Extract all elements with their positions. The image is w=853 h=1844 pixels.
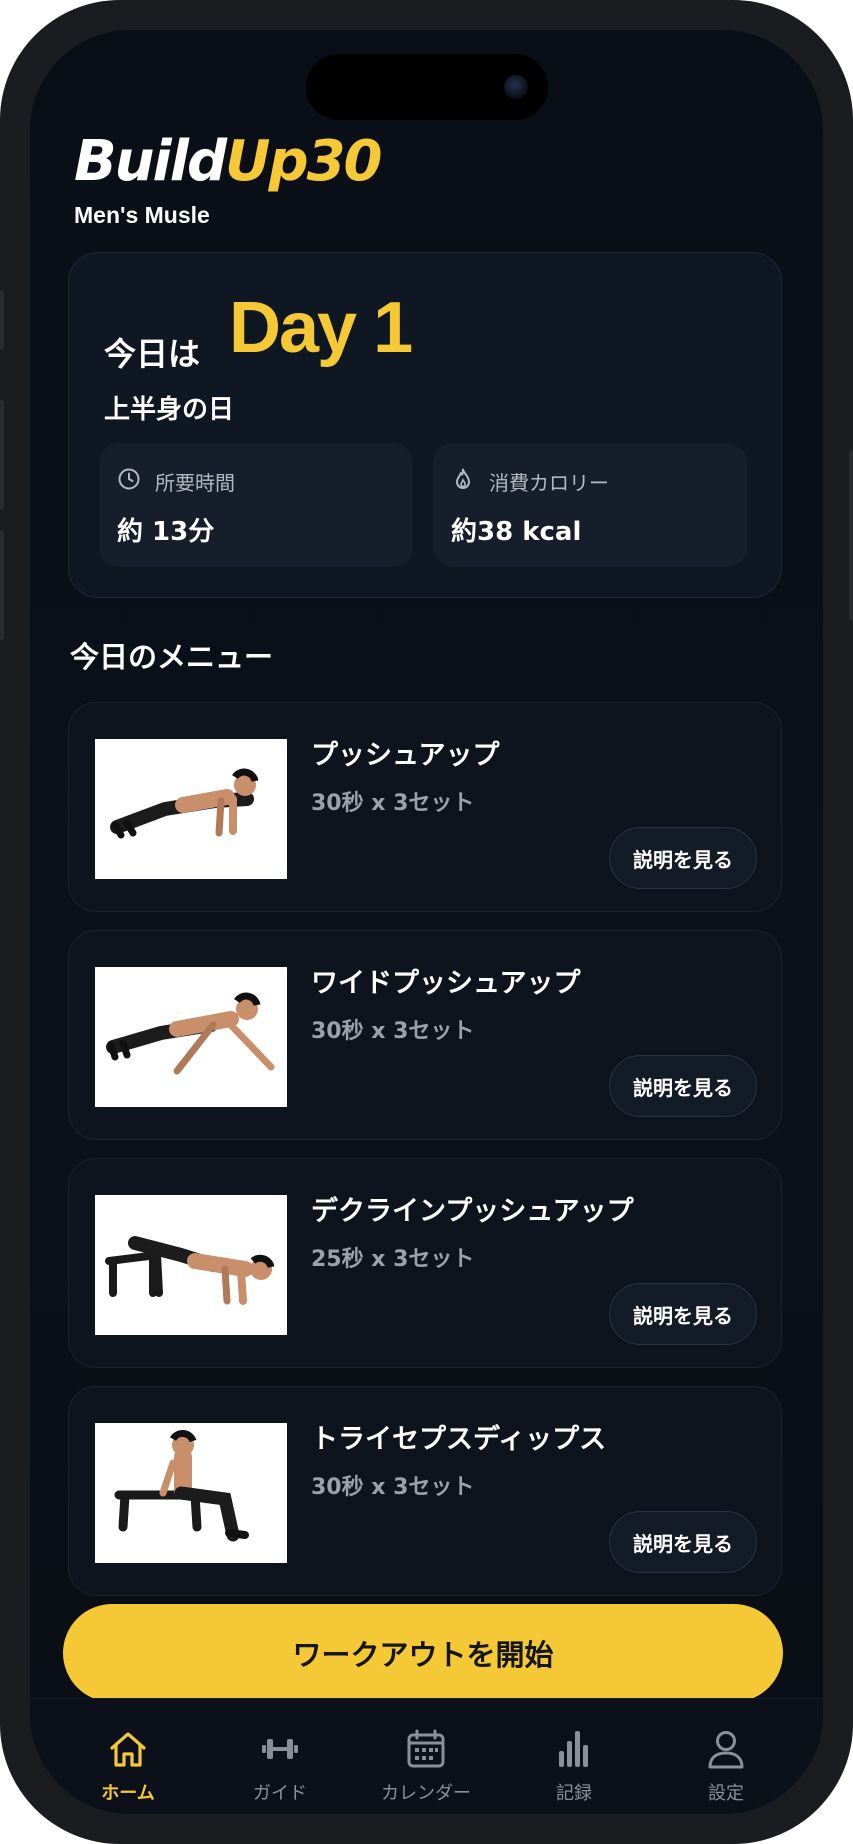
start-workout-button[interactable]: ワークアウトを開始	[63, 1604, 783, 1702]
calendar-icon	[407, 1729, 445, 1768]
dynamic-island	[306, 54, 548, 120]
user-icon	[708, 1731, 744, 1769]
tab-bar: ホーム ガイド カレンダー 記録 設定	[30, 1698, 823, 1814]
exercise-reps: 25秒 x 3セット	[311, 1247, 475, 1272]
tab-home-label: ホーム	[101, 1783, 155, 1804]
app-logo: BuildUp30	[74, 134, 383, 190]
phone-frame: BuildUp30 Men's Musle 今日は Day 1 上半身の日 所要…	[0, 0, 853, 1844]
calorie-stat: 消費カロリー 約38 kcal	[433, 443, 747, 567]
duration-value: 約 13分	[117, 517, 215, 547]
pushup-photo	[95, 739, 287, 879]
exercise-reps: 30秒 x 3セット	[311, 1475, 475, 1500]
logo-up30: Up30	[225, 129, 382, 194]
tab-records[interactable]: 記録	[504, 1727, 644, 1805]
flame-icon	[456, 468, 470, 489]
dumbbell-icon	[262, 1739, 298, 1759]
logo-build: Build	[74, 129, 227, 194]
exercise-name: ワイドプッシュアップ	[311, 968, 581, 999]
menu-section-title: 今日のメニュー	[70, 640, 274, 674]
tab-records-label: 記録	[556, 1783, 592, 1804]
volume-up-button	[0, 400, 4, 510]
tab-calendar[interactable]: カレンダー	[356, 1727, 496, 1805]
calorie-value: 約38 kcal	[451, 517, 582, 547]
wide-pushup-photo	[95, 967, 287, 1107]
home-icon	[110, 1732, 146, 1767]
tab-calendar-label: カレンダー	[381, 1783, 471, 1804]
tab-guide-label: ガイド	[253, 1783, 307, 1804]
power-button	[849, 450, 853, 620]
clock-icon	[118, 468, 140, 490]
exercise-card[interactable]: デクラインプッシュアップ 25秒 x 3セット 説明を見る	[68, 1158, 782, 1368]
tab-guide[interactable]: ガイド	[210, 1727, 350, 1805]
today-summary-card: 今日は Day 1 上半身の日 所要時間 約 13分 消費カロリー 約38 kc…	[68, 252, 782, 598]
bar-chart-icon	[559, 1731, 588, 1767]
exercise-reps: 30秒 x 3セット	[311, 791, 475, 816]
exercise-name: デクラインプッシュアップ	[311, 1196, 634, 1227]
duration-stat: 所要時間 約 13分	[99, 443, 413, 567]
view-details-button[interactable]: 説明を見る	[609, 1055, 757, 1117]
camera-icon	[504, 75, 528, 99]
today-prefix: 今日は	[104, 335, 201, 373]
app-tagline: Men's Musle	[74, 202, 210, 228]
exercise-name: プッシュアップ	[311, 740, 500, 771]
app-screen: BuildUp30 Men's Musle 今日は Day 1 上半身の日 所要…	[30, 30, 823, 1814]
exercise-card[interactable]: トライセプスディップス 30秒 x 3セット 説明を見る	[68, 1386, 782, 1596]
workout-focus: 上半身の日	[104, 395, 235, 425]
duration-label: 所要時間	[155, 471, 235, 495]
triceps-dips-photo	[95, 1423, 287, 1563]
view-details-button[interactable]: 説明を見る	[609, 827, 757, 889]
exercise-card[interactable]: プッシュアップ 30秒 x 3セット 説明を見る	[68, 702, 782, 912]
view-details-button[interactable]: 説明を見る	[609, 1283, 757, 1345]
exercise-reps: 30秒 x 3セット	[311, 1019, 475, 1044]
view-details-button[interactable]: 説明を見る	[609, 1511, 757, 1573]
tab-settings[interactable]: 設定	[656, 1727, 796, 1805]
volume-down-button	[0, 530, 4, 640]
day-label: Day 1	[229, 288, 413, 368]
tab-settings-label: 設定	[708, 1783, 744, 1804]
decline-pushup-photo	[95, 1195, 287, 1335]
exercise-name: トライセプスディップス	[311, 1424, 607, 1455]
silent-switch	[0, 290, 4, 350]
tab-home[interactable]: ホーム	[58, 1727, 198, 1805]
calorie-label: 消費カロリー	[489, 471, 609, 495]
exercise-card[interactable]: ワイドプッシュアップ 30秒 x 3セット 説明を見る	[68, 930, 782, 1140]
